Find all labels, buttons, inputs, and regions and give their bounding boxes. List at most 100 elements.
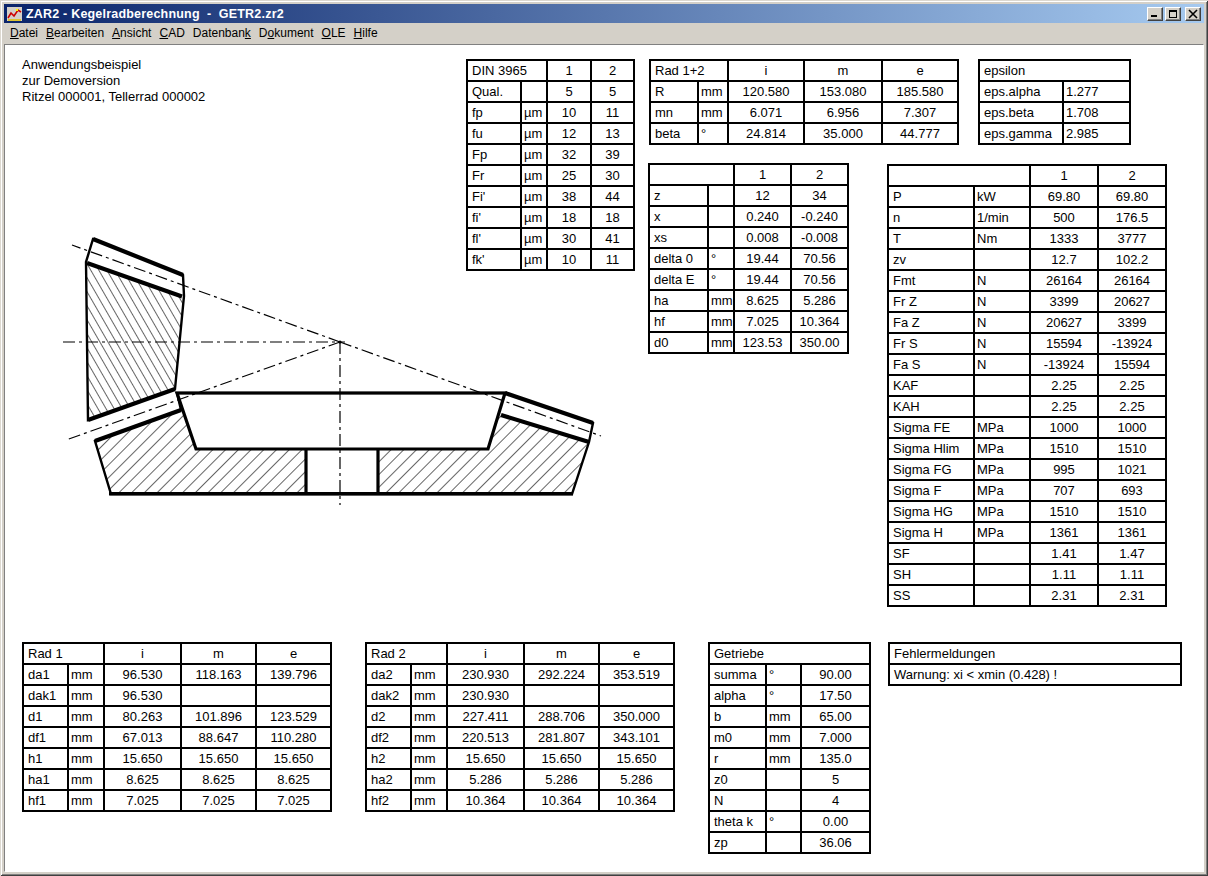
menu-datenbank[interactable]: Datenbank bbox=[189, 24, 255, 43]
menu-bearbeiten[interactable]: Bearbeiten bbox=[42, 24, 108, 43]
cell: 101.896 bbox=[181, 706, 256, 727]
cell: 2.985 bbox=[1063, 123, 1130, 144]
cell: 153.080 bbox=[804, 81, 882, 102]
cell: 6.956 bbox=[804, 102, 882, 123]
cell: alpha bbox=[709, 685, 766, 706]
table-row: delta 0°19.4470.56 bbox=[649, 248, 848, 269]
cell: m0 bbox=[709, 727, 766, 748]
cell: 18 bbox=[591, 207, 634, 228]
cell: ha2 bbox=[366, 769, 411, 790]
cell: mm bbox=[68, 706, 104, 727]
cell: mm bbox=[411, 727, 447, 748]
cell: 1.11 bbox=[1030, 564, 1098, 585]
cell: xs bbox=[649, 227, 708, 248]
table-epsilon: epsiloneps.alpha1.277eps.beta1.708eps.ga… bbox=[978, 59, 1131, 145]
cell: MPa bbox=[974, 480, 1030, 501]
menu-datei[interactable]: Datei bbox=[6, 24, 42, 43]
cell: mm bbox=[411, 685, 447, 706]
cell: 500 bbox=[1030, 207, 1098, 228]
table-row: d0mm123.53350.00 bbox=[649, 332, 848, 353]
cell bbox=[256, 685, 331, 706]
cell: mm bbox=[766, 706, 801, 727]
cell: 350.00 bbox=[791, 332, 848, 353]
cell: hf2 bbox=[366, 790, 411, 811]
maximize-button[interactable] bbox=[1165, 7, 1181, 21]
menu-dokument[interactable]: Dokument bbox=[255, 24, 318, 43]
table-row: alpha°17.50 bbox=[709, 685, 870, 706]
cell: theta k bbox=[709, 811, 766, 832]
table-row: n1/min500176.5 bbox=[888, 207, 1166, 228]
table-row: Fa SN-1392415594 bbox=[888, 354, 1166, 375]
cell: N bbox=[974, 354, 1030, 375]
table-row: Fr ZN339920627 bbox=[888, 291, 1166, 312]
menu-cad[interactable]: CAD bbox=[155, 24, 188, 43]
minimize-icon bbox=[1151, 15, 1157, 17]
cell: fi' bbox=[467, 207, 521, 228]
cell: 123.53 bbox=[734, 332, 791, 353]
cell: 2.25 bbox=[1030, 396, 1098, 417]
cell: 69.80 bbox=[1098, 186, 1166, 207]
cell: 3399 bbox=[1098, 312, 1166, 333]
cell: µm bbox=[521, 123, 547, 144]
cell: 1510 bbox=[1098, 438, 1166, 459]
cell: 5.286 bbox=[524, 769, 599, 790]
cell: MPa bbox=[974, 501, 1030, 522]
titlebar: ZAR2 - Kegelradberechnung - GETR2.zr2 bbox=[4, 4, 1204, 23]
table-row: Fehlermeldungen bbox=[889, 643, 1181, 664]
cell: 44.777 bbox=[882, 123, 958, 144]
menu-ole[interactable]: OLE bbox=[318, 24, 350, 43]
note-line-3: Ritzel 000001, Tellerrad 000002 bbox=[22, 89, 205, 105]
cell: 24.814 bbox=[728, 123, 804, 144]
cell: 3399 bbox=[1030, 291, 1098, 312]
table-fehlermeldungen: FehlermeldungenWarnung: xi < xmin (0.428… bbox=[888, 642, 1182, 686]
cell: ° bbox=[766, 811, 801, 832]
table-row: SS2.312.31 bbox=[888, 585, 1166, 606]
cell: Fp bbox=[467, 144, 521, 165]
cell: 139.796 bbox=[256, 664, 331, 685]
cell: 1 bbox=[734, 164, 791, 185]
cell: 350.000 bbox=[599, 706, 674, 727]
table-row: bmm65.00 bbox=[709, 706, 870, 727]
table-rad2: Rad 2imeda2mm230.930292.224353.519dak2mm… bbox=[365, 642, 675, 812]
cell bbox=[974, 543, 1030, 564]
cell: Fi' bbox=[467, 186, 521, 207]
cell: 70.56 bbox=[791, 248, 848, 269]
cell: 17.50 bbox=[801, 685, 870, 706]
cell: 2 bbox=[791, 164, 848, 185]
cell: d2 bbox=[366, 706, 411, 727]
cell: 2.31 bbox=[1098, 585, 1166, 606]
cell: -13924 bbox=[1030, 354, 1098, 375]
cell: 4 bbox=[801, 790, 870, 811]
menu-hilfe[interactable]: Hilfe bbox=[350, 24, 382, 43]
minimize-button[interactable] bbox=[1147, 7, 1163, 21]
menubar: DateiBearbeitenAnsichtCADDatenbankDokume… bbox=[6, 24, 1204, 43]
cell: mm bbox=[708, 290, 734, 311]
table-row: rmm135.0 bbox=[709, 748, 870, 769]
cell: 1510 bbox=[1030, 501, 1098, 522]
cell: mm bbox=[411, 769, 447, 790]
cell: Fr S bbox=[888, 333, 974, 354]
cell: hf bbox=[649, 311, 708, 332]
cell: DIN 3965 bbox=[467, 60, 547, 81]
table-row: df1mm67.01388.647110.280 bbox=[23, 727, 331, 748]
cell: 102.2 bbox=[1098, 249, 1166, 270]
table-row: ha2mm5.2865.2865.286 bbox=[366, 769, 674, 790]
cell: e bbox=[882, 60, 958, 81]
cell: µm bbox=[521, 144, 547, 165]
table-getriebe: Getriebesumma°90.00alpha°17.50bmm65.00m0… bbox=[708, 642, 871, 854]
cell: mm bbox=[411, 706, 447, 727]
cell: 15594 bbox=[1098, 354, 1166, 375]
cell: 2.25 bbox=[1098, 375, 1166, 396]
table-row: summa°90.00 bbox=[709, 664, 870, 685]
cell: Fehlermeldungen bbox=[889, 643, 1181, 664]
cell: 11 bbox=[591, 249, 634, 270]
cell bbox=[524, 685, 599, 706]
close-button[interactable] bbox=[1185, 7, 1201, 21]
menu-ansicht[interactable]: Ansicht bbox=[108, 24, 155, 43]
cell: ° bbox=[698, 123, 728, 144]
cell: 25 bbox=[547, 165, 591, 186]
cell: ha bbox=[649, 290, 708, 311]
cell: 3777 bbox=[1098, 228, 1166, 249]
cell: epsilon bbox=[979, 60, 1130, 81]
cell: Qual. bbox=[467, 81, 521, 102]
